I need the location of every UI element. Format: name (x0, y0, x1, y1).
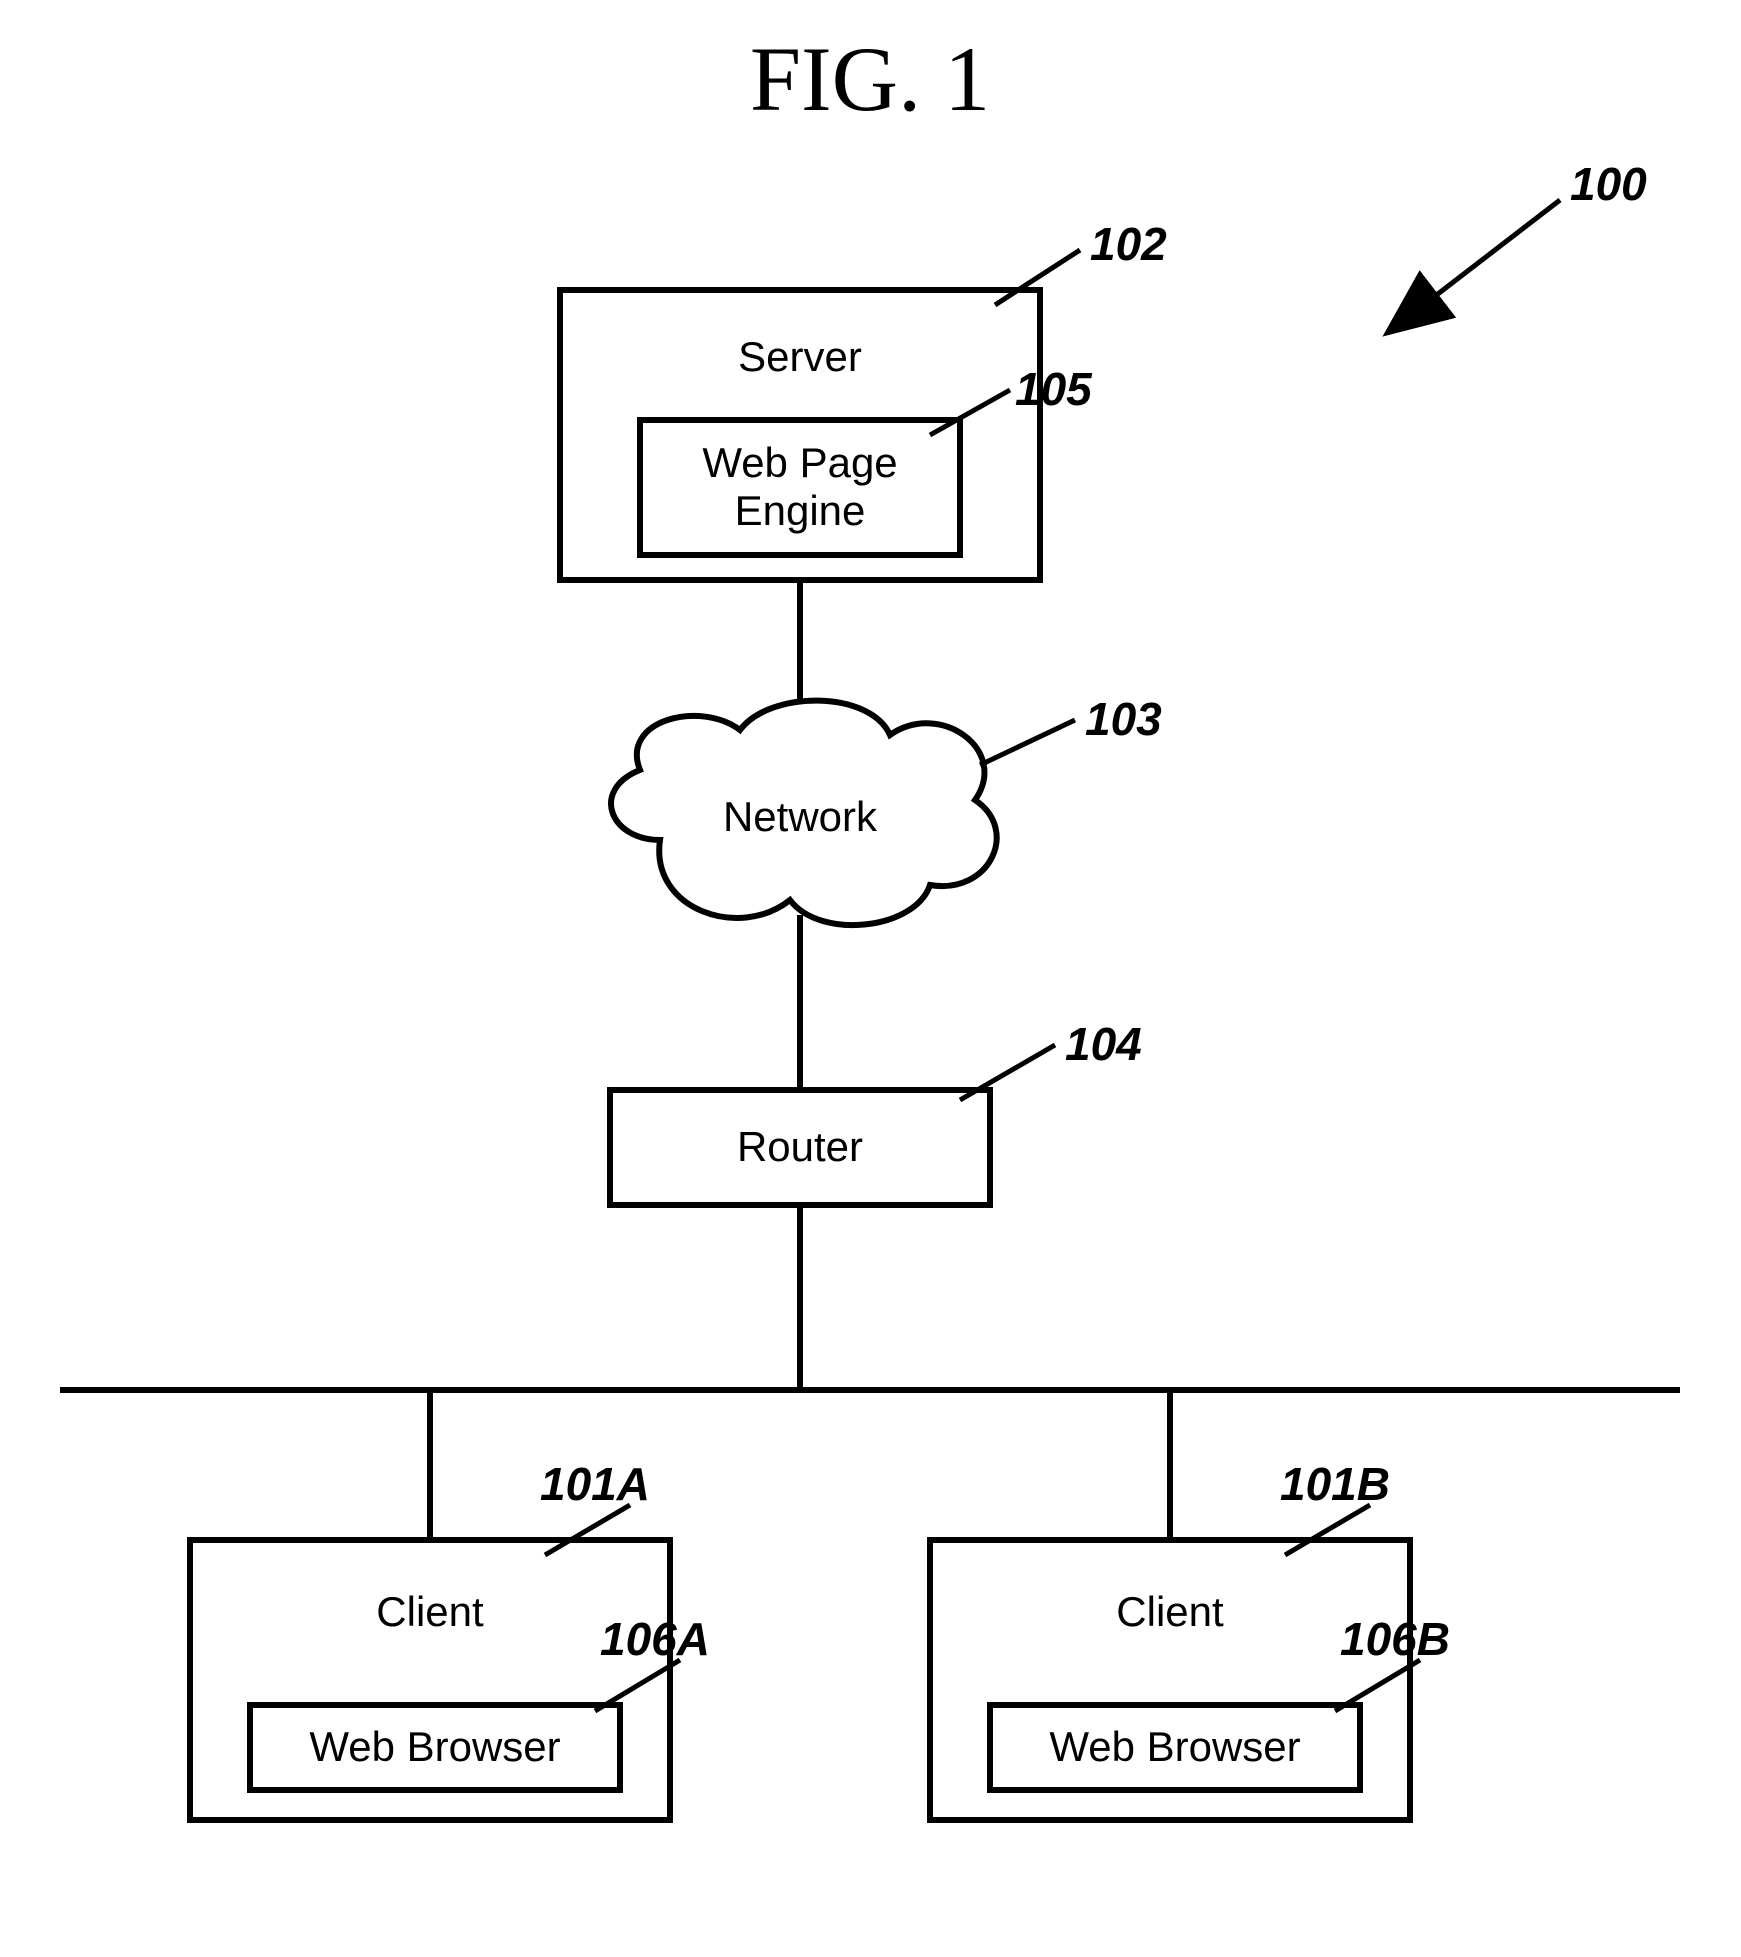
svg-text:Engine: Engine (735, 487, 866, 534)
svg-text:Client: Client (1116, 1588, 1224, 1635)
svg-text:Web Browser: Web Browser (1049, 1723, 1300, 1770)
svg-text:102: 102 (1090, 218, 1167, 270)
svg-text:103: 103 (1085, 693, 1162, 745)
svg-text:100: 100 (1570, 158, 1647, 210)
svg-text:106B: 106B (1340, 1613, 1450, 1665)
client-b-node: Client 101B Web Browser 106B (930, 1458, 1450, 1820)
svg-text:105: 105 (1015, 363, 1093, 415)
svg-text:101A: 101A (540, 1458, 650, 1510)
router-node: Router 104 (610, 1018, 1142, 1205)
network-diagram: FIG. 1 100 Server 102 Web Page Engine 10… (0, 0, 1741, 1957)
svg-text:Server: Server (738, 333, 862, 380)
svg-text:Web Browser: Web Browser (309, 1723, 560, 1770)
network-node: Network 103 (611, 693, 1162, 925)
client-a-node: Client 101A Web Browser 106A (190, 1458, 710, 1820)
svg-text:Router: Router (737, 1123, 863, 1170)
svg-text:Network: Network (723, 793, 878, 840)
svg-text:104: 104 (1065, 1018, 1142, 1070)
svg-text:Web Page: Web Page (702, 439, 897, 486)
svg-text:106A: 106A (600, 1613, 710, 1665)
server-node: Server 102 Web Page Engine 105 (560, 218, 1167, 580)
ref-overall: 100 (1430, 158, 1647, 300)
svg-text:Client: Client (376, 1588, 484, 1635)
figure-title: FIG. 1 (750, 28, 990, 130)
svg-text:101B: 101B (1280, 1458, 1390, 1510)
